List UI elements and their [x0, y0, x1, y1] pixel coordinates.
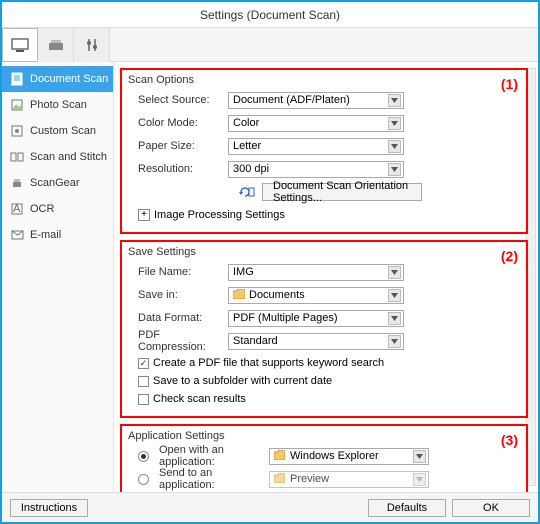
sidebar-item-scangear[interactable]: ScanGear [2, 170, 113, 196]
defaults-button[interactable]: Defaults [368, 499, 446, 517]
chevron-down-icon [388, 94, 401, 107]
svg-text:A: A [13, 203, 21, 215]
preview-icon [274, 473, 286, 485]
photo-scan-icon [10, 98, 24, 112]
combo-value: PDF (Multiple Pages) [233, 312, 338, 324]
send-to-app-radio[interactable] [138, 474, 149, 485]
select-source-label: Select Source: [128, 94, 228, 106]
color-mode-label: Color Mode: [128, 117, 228, 129]
section-title: Scan Options [128, 74, 520, 86]
section-title: Application Settings [128, 430, 520, 442]
sidebar-item-label: Photo Scan [30, 99, 87, 111]
checkbox-label: Save to a subfolder with current date [153, 375, 332, 387]
resolution-combo[interactable]: 300 dpi [228, 161, 404, 178]
custom-scan-icon [10, 124, 24, 138]
radio-label: Send to an application: [149, 467, 269, 491]
open-with-app-combo[interactable]: Windows Explorer [269, 448, 429, 465]
pdf-compression-combo[interactable]: Standard [228, 333, 404, 350]
sidebar-item-label: OCR [30, 203, 54, 215]
email-icon [10, 228, 24, 242]
checkbox-label: Check scan results [153, 393, 246, 405]
chevron-down-icon [388, 289, 401, 302]
orientation-settings-button[interactable]: Document Scan Orientation Settings... [262, 183, 422, 201]
panel-number: (1) [501, 76, 518, 92]
titlebar: Settings (Document Scan) [2, 2, 538, 28]
file-name-label: File Name: [128, 266, 228, 278]
combo-value: Windows Explorer [290, 450, 379, 462]
document-scan-icon [10, 72, 24, 86]
scan-options-panel: (1) Scan Options Select Source: Document… [120, 68, 528, 234]
sidebar-item-custom-scan[interactable]: Custom Scan [2, 118, 113, 144]
resolution-label: Resolution: [128, 163, 228, 175]
tab-from-scanner-icon[interactable] [38, 28, 74, 62]
sidebar-item-ocr[interactable]: A OCR [2, 196, 113, 222]
image-processing-settings-label: Image Processing Settings [154, 209, 285, 221]
subfolder-checkbox[interactable] [138, 376, 149, 387]
file-name-combo[interactable]: IMG [228, 264, 404, 281]
expand-icon[interactable]: + [138, 209, 150, 221]
ocr-icon: A [10, 202, 24, 216]
application-settings-panel: (3) Application Settings Open with an ap… [120, 424, 528, 492]
combo-value: Color [233, 117, 259, 129]
sidebar-item-email[interactable]: E-mail [2, 222, 113, 248]
explorer-icon [274, 450, 286, 462]
section-title: Save Settings [128, 246, 520, 258]
save-settings-panel: (2) Save Settings File Name: IMG Save in… [120, 240, 528, 418]
sidebar: Document Scan Photo Scan Custom Scan Sca… [2, 62, 114, 492]
combo-value: 300 dpi [233, 163, 269, 175]
radio-label: Open with an application: [149, 444, 269, 468]
ok-button[interactable]: OK [452, 499, 530, 517]
tab-from-computer-icon[interactable] [2, 28, 38, 62]
instructions-button[interactable]: Instructions [10, 499, 88, 517]
checkbox-label: Create a PDF file that supports keyword … [153, 357, 384, 369]
combo-value: Standard [233, 335, 278, 347]
chevron-down-icon [413, 450, 426, 463]
sidebar-item-label: Document Scan [30, 73, 108, 85]
footer: Instructions Defaults OK [2, 492, 538, 522]
main-content: (1) Scan Options Select Source: Document… [114, 62, 538, 492]
sidebar-item-scan-and-stitch[interactable]: Scan and Stitch [2, 144, 113, 170]
panel-number: (3) [501, 432, 518, 448]
toolbar [2, 28, 538, 62]
chevron-down-icon [388, 312, 401, 325]
pdf-compression-label: PDF Compression: [128, 329, 228, 353]
data-format-combo[interactable]: PDF (Multiple Pages) [228, 310, 404, 327]
check-results-checkbox[interactable] [138, 394, 149, 405]
scangear-icon [10, 176, 24, 190]
sidebar-item-document-scan[interactable]: Document Scan [2, 66, 113, 92]
combo-value: Documents [249, 289, 305, 301]
send-to-app-combo[interactable]: Preview [269, 471, 429, 488]
paper-size-label: Paper Size: [128, 140, 228, 152]
data-format-label: Data Format: [128, 312, 228, 324]
chevron-down-icon [388, 266, 401, 279]
combo-value: Letter [233, 140, 261, 152]
save-in-combo[interactable]: Documents [228, 287, 404, 304]
settings-window: Settings (Document Scan) Document Scan P… [0, 0, 540, 524]
chevron-down-icon [388, 140, 401, 153]
open-with-app-radio[interactable] [138, 451, 149, 462]
keyword-search-checkbox[interactable] [138, 358, 149, 369]
chevron-down-icon [388, 335, 401, 348]
chevron-down-icon [388, 117, 401, 130]
combo-value: Document (ADF/Platen) [233, 94, 350, 106]
combo-value: IMG [233, 266, 254, 278]
sidebar-item-label: Scan and Stitch [30, 151, 107, 163]
rotate-icon [238, 185, 256, 199]
sidebar-item-label: ScanGear [30, 177, 80, 189]
chevron-down-icon [413, 473, 426, 486]
sidebar-item-photo-scan[interactable]: Photo Scan [2, 92, 113, 118]
paper-size-combo[interactable]: Letter [228, 138, 404, 155]
panel-number: (2) [501, 248, 518, 264]
tab-preferences-icon[interactable] [74, 28, 110, 62]
color-mode-combo[interactable]: Color [228, 115, 404, 132]
folder-icon [233, 289, 245, 301]
sidebar-item-label: Custom Scan [30, 125, 96, 137]
chevron-down-icon [388, 163, 401, 176]
sidebar-item-label: E-mail [30, 229, 61, 241]
select-source-combo[interactable]: Document (ADF/Platen) [228, 92, 404, 109]
stitch-icon [10, 150, 24, 164]
combo-value: Preview [290, 473, 329, 485]
save-in-label: Save in: [128, 289, 228, 301]
